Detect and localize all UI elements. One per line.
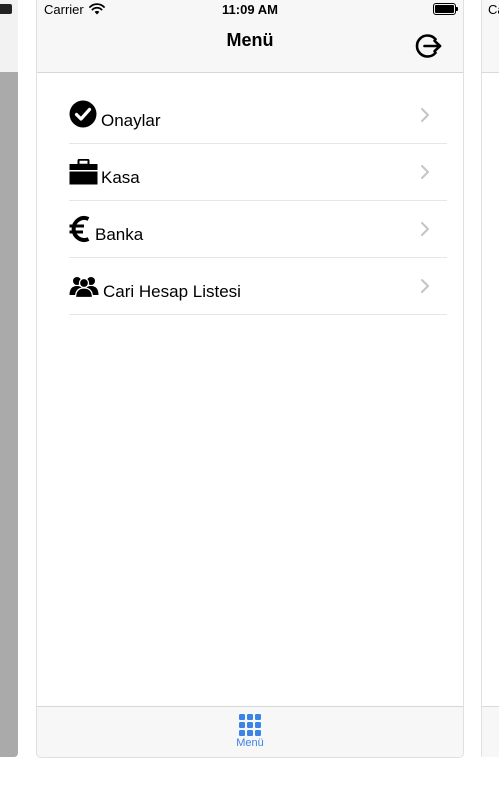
chevron-right-icon: [421, 222, 429, 236]
briefcase-icon: [69, 159, 98, 185]
menu-list: Onaylar Kasa Banka Cari Hesap Listesi: [69, 87, 447, 315]
next-screen-tabbar: [482, 706, 499, 757]
next-screen-header: Ca: [482, 0, 499, 73]
next-screen-preview: Ca: [481, 0, 499, 757]
status-time: 11:09 AM: [222, 2, 278, 17]
euro-icon: [69, 216, 90, 242]
chevron-right-icon: [421, 279, 429, 293]
carrier-text: Ca: [488, 2, 499, 17]
battery-icon: [0, 4, 12, 14]
logout-icon[interactable]: [415, 32, 443, 60]
chevron-right-icon: [421, 108, 429, 122]
tab-menu[interactable]: Menü: [227, 711, 273, 755]
menu-item-onaylar[interactable]: Onaylar: [69, 87, 447, 144]
menu-item-label: Onaylar: [101, 111, 161, 130]
menu-item-label: Banka: [95, 225, 144, 244]
chevron-right-icon: [421, 165, 429, 179]
tab-bar: Menü: [37, 706, 463, 757]
menu-screen: Carrier 11:09 AM Menü Onaylar Kasa Banka…: [36, 0, 464, 758]
previous-screen-preview: [0, 0, 18, 757]
battery-icon: [433, 3, 458, 15]
users-icon: [69, 277, 99, 298]
navigation-bar: Carrier 11:09 AM Menü: [37, 0, 463, 73]
menu-item-kasa[interactable]: Kasa: [69, 144, 447, 201]
menu-item-label: Kasa: [101, 168, 140, 187]
tab-label: Menü: [236, 737, 264, 749]
page-title: Menü: [226, 30, 274, 50]
menu-item-banka[interactable]: Banka: [69, 201, 447, 258]
grid-icon: [239, 714, 261, 736]
menu-item-cari-hesap-listesi[interactable]: Cari Hesap Listesi: [69, 258, 447, 315]
status-bar: Carrier 11:09 AM: [37, 0, 463, 20]
menu-item-label: Cari Hesap Listesi: [103, 282, 241, 301]
check-circle-icon: [69, 100, 97, 128]
